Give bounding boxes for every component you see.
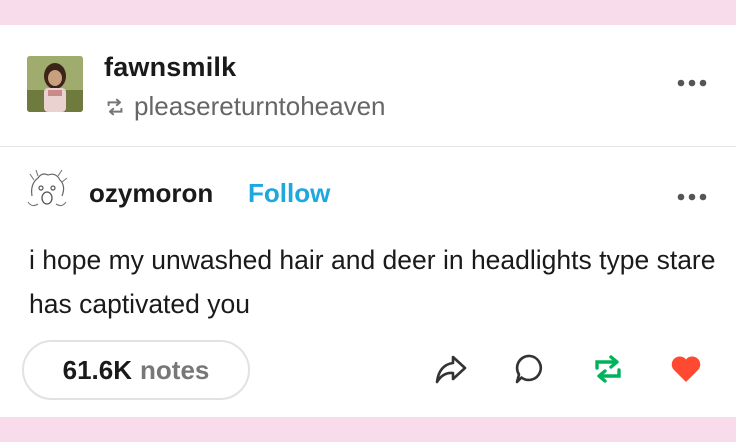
post-card: fawnsmilk pleasereturntoheaven ozymoron … (0, 25, 736, 417)
reblogger-username[interactable]: fawnsmilk (104, 52, 236, 83)
follow-button[interactable]: Follow (248, 178, 330, 209)
heart-icon[interactable] (668, 351, 704, 387)
notes-count: 61.6K (62, 354, 133, 385)
avatar[interactable] (24, 166, 70, 212)
share-icon[interactable] (433, 351, 469, 387)
author-username[interactable]: ozymoron (89, 178, 213, 209)
reblog-icon (107, 98, 123, 115)
post-text: i hope my unwashed hair and deer in head… (29, 245, 716, 319)
reblogged-from: pleasereturntoheaven (104, 91, 386, 122)
reply-icon[interactable] (512, 351, 548, 387)
more-dots-icon[interactable] (677, 79, 707, 87)
original-post-header: ozymoron Follow (0, 147, 736, 227)
avatar[interactable] (27, 56, 83, 112)
reblog-icon[interactable] (590, 351, 626, 387)
avatar-photo-icon (27, 56, 83, 112)
notes-label: notes (140, 354, 210, 385)
reblogged-from-username[interactable]: pleasereturntoheaven (134, 91, 386, 122)
more-dots-icon[interactable] (677, 193, 707, 201)
notes-button[interactable]: 61.6K notes (22, 340, 250, 400)
reblog-header: fawnsmilk pleasereturntoheaven (0, 25, 736, 146)
post-footer: 61.6K notes (0, 335, 736, 415)
